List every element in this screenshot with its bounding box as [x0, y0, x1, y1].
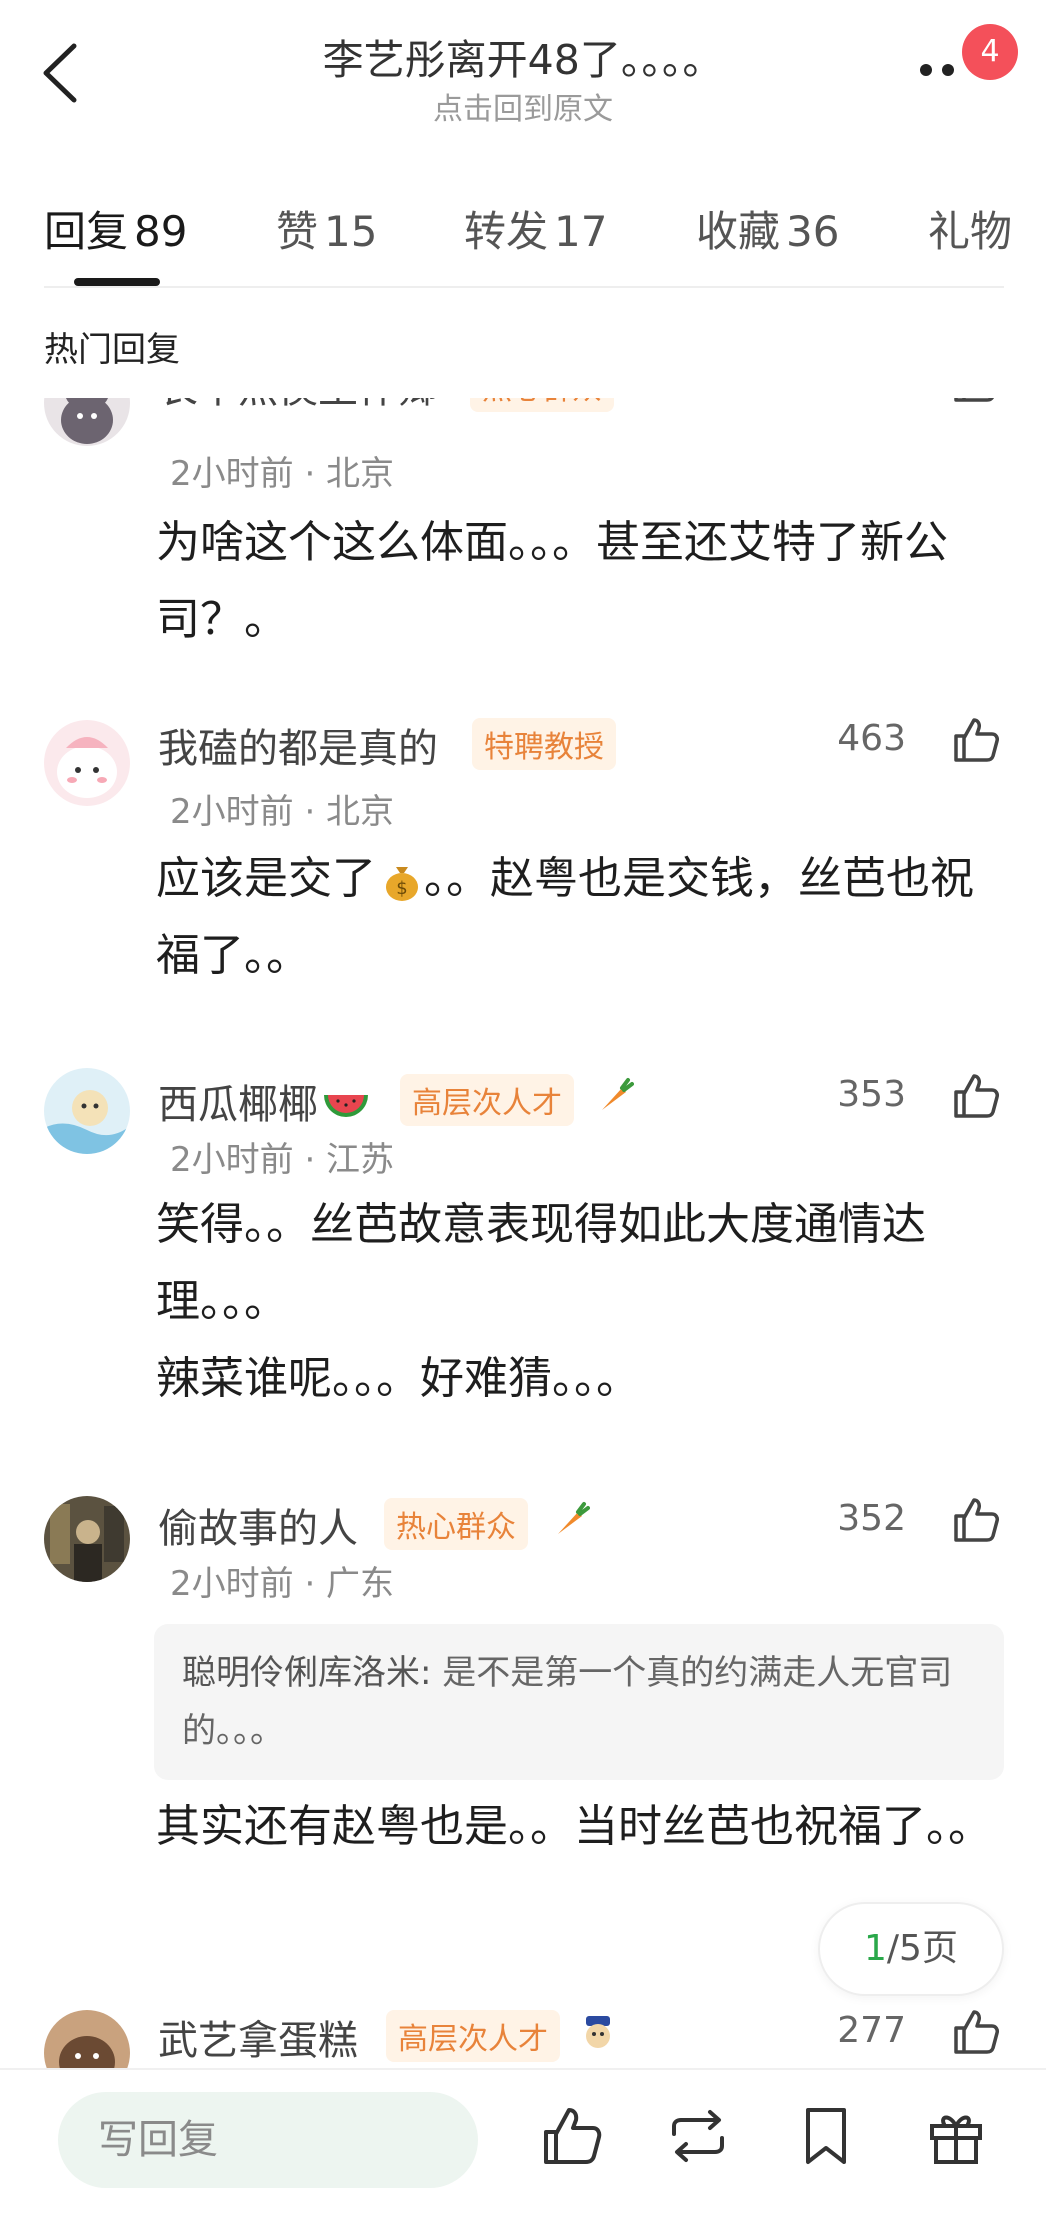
svg-text:$: $ [396, 878, 407, 899]
thumbs-up-icon[interactable] [950, 1494, 1002, 1546]
active-tab-indicator [74, 278, 160, 286]
comment-text: 其实还有赵粤也是。。当时丝芭也祝福了。。 [156, 1801, 992, 1852]
carrot-icon [602, 1078, 634, 1110]
page-title[interactable]: 李艺彤离开48了。。。。 [0, 26, 1046, 86]
watermelon-icon [324, 1095, 368, 1117]
avatar[interactable] [44, 1068, 130, 1154]
top-bar: 李艺彤离开48了。。。。 点击回到原文 4 [0, 0, 1046, 130]
reply-input[interactable]: 写回复 [58, 2092, 478, 2188]
thumbs-up-icon[interactable] [950, 398, 1002, 406]
tab-label: 赞 [276, 207, 319, 256]
tab-count: 17 [554, 207, 608, 256]
avatar[interactable] [44, 1496, 130, 1582]
username[interactable]: 偷故事的人 [158, 1496, 358, 1554]
username[interactable]: 长平烈侯王伴卿 [158, 398, 438, 414]
quoted-username: 聪明伶俐库洛米: [182, 1653, 432, 1693]
notification-badge: 4 [962, 24, 1018, 80]
comment-list[interactable]: 长平烈侯王伴卿 热心群众 477 2小时前 · 北京 为啥这个这么体面。。。甚至… [0, 398, 1046, 2068]
more-options-icon[interactable] [920, 64, 960, 78]
tab-label: 转发 [464, 207, 549, 256]
repost-icon[interactable] [662, 2100, 734, 2172]
thumbs-up-icon[interactable] [950, 2006, 1002, 2058]
username[interactable]: 我磕的都是真的 [158, 716, 438, 774]
bookmark-icon[interactable] [790, 2100, 862, 2172]
tab-label: 收藏 [696, 207, 781, 256]
username[interactable]: 武艺拿蛋糕 [158, 2008, 358, 2066]
current-page: 1 [864, 1928, 887, 1969]
comment-meta: 2小时前 · 北京 [170, 454, 395, 494]
comment-text-line: 辣菜谁呢。。。好难猜。。。 [156, 1353, 640, 1404]
tab-reposts[interactable]: 转发 17 [464, 198, 607, 259]
avatar[interactable] [44, 2010, 130, 2068]
tab-label: 礼物 [928, 207, 1013, 256]
tab-likes[interactable]: 赞 15 [276, 198, 377, 259]
like-count: 353 [837, 1074, 906, 1115]
tab-count: 36 [786, 207, 840, 256]
user-tag: 热心群众 [470, 398, 614, 412]
gift-icon[interactable] [920, 2100, 992, 2172]
comment-text: 笑得。。丝芭故意表现得如此大度通情达理。。。 辣菜谁呢。。。好难猜。。。 [156, 1186, 1006, 1417]
user-tag: 高层次人才 [386, 2010, 560, 2062]
tab-label: 回复 [44, 207, 129, 256]
quoted-reply[interactable]: 聪明伶俐库洛米: 是不是第一个真的约满走人无官司的。。。 [154, 1624, 1004, 1780]
total-pages: /5页 [886, 1928, 958, 1969]
tab-count: 89 [134, 207, 188, 256]
avatar[interactable] [44, 398, 130, 446]
thumbs-up-icon[interactable] [950, 1070, 1002, 1122]
tab-bar: 回复 89 赞 15 转发 17 收藏 36 礼物 [0, 190, 1046, 286]
username[interactable]: 西瓜椰椰 [158, 1072, 370, 1130]
carrot-icon [558, 1502, 590, 1534]
comment-meta: 2小时前 · 江苏 [170, 1140, 395, 1180]
comment-text: 为啥这个这么体面。。。甚至还艾特了新公司？。 [156, 517, 948, 645]
thumbs-up-icon[interactable] [950, 714, 1002, 766]
tab-count: 15 [324, 207, 378, 256]
divider [44, 286, 1004, 288]
user-tag: 高层次人才 [400, 1074, 574, 1126]
money-bag-icon: $ [386, 867, 418, 901]
comment-text: 应该是交了 $ 。。赵粤也是交钱，丝芭也祝福了。。 [156, 840, 1006, 994]
page-indicator[interactable]: 1/5页 [818, 1902, 1004, 1996]
comment-text-line: 笑得。。丝芭故意表现得如此大度通情达理。。。 [156, 1199, 926, 1327]
carrot-icon [638, 398, 678, 402]
back-to-original-link[interactable]: 点击回到原文 [0, 84, 1046, 128]
like-icon[interactable] [536, 2100, 608, 2172]
tab-gifts[interactable]: 礼物 [928, 198, 1012, 259]
comment-text-part: 应该是交了 [156, 853, 376, 904]
like-count: 463 [837, 718, 906, 759]
avatar[interactable] [44, 720, 130, 806]
comment-meta: 2小时前 · 广东 [170, 1564, 395, 1604]
user-tag: 特聘教授 [472, 718, 616, 770]
like-count: 277 [837, 2010, 906, 2051]
police-dog-icon [586, 2016, 610, 2048]
user-tag: 热心群众 [384, 1498, 528, 1550]
tab-favorites[interactable]: 收藏 36 [696, 198, 839, 259]
bottom-action-bar: 写回复 [0, 2068, 1046, 2214]
comment-meta: 2小时前 · 北京 [170, 792, 395, 832]
tab-replies[interactable]: 回复 89 [44, 198, 187, 259]
like-count: 477 [837, 398, 906, 399]
like-count: 352 [837, 1498, 906, 1539]
hot-replies-heading: 热门回复 [44, 330, 180, 370]
